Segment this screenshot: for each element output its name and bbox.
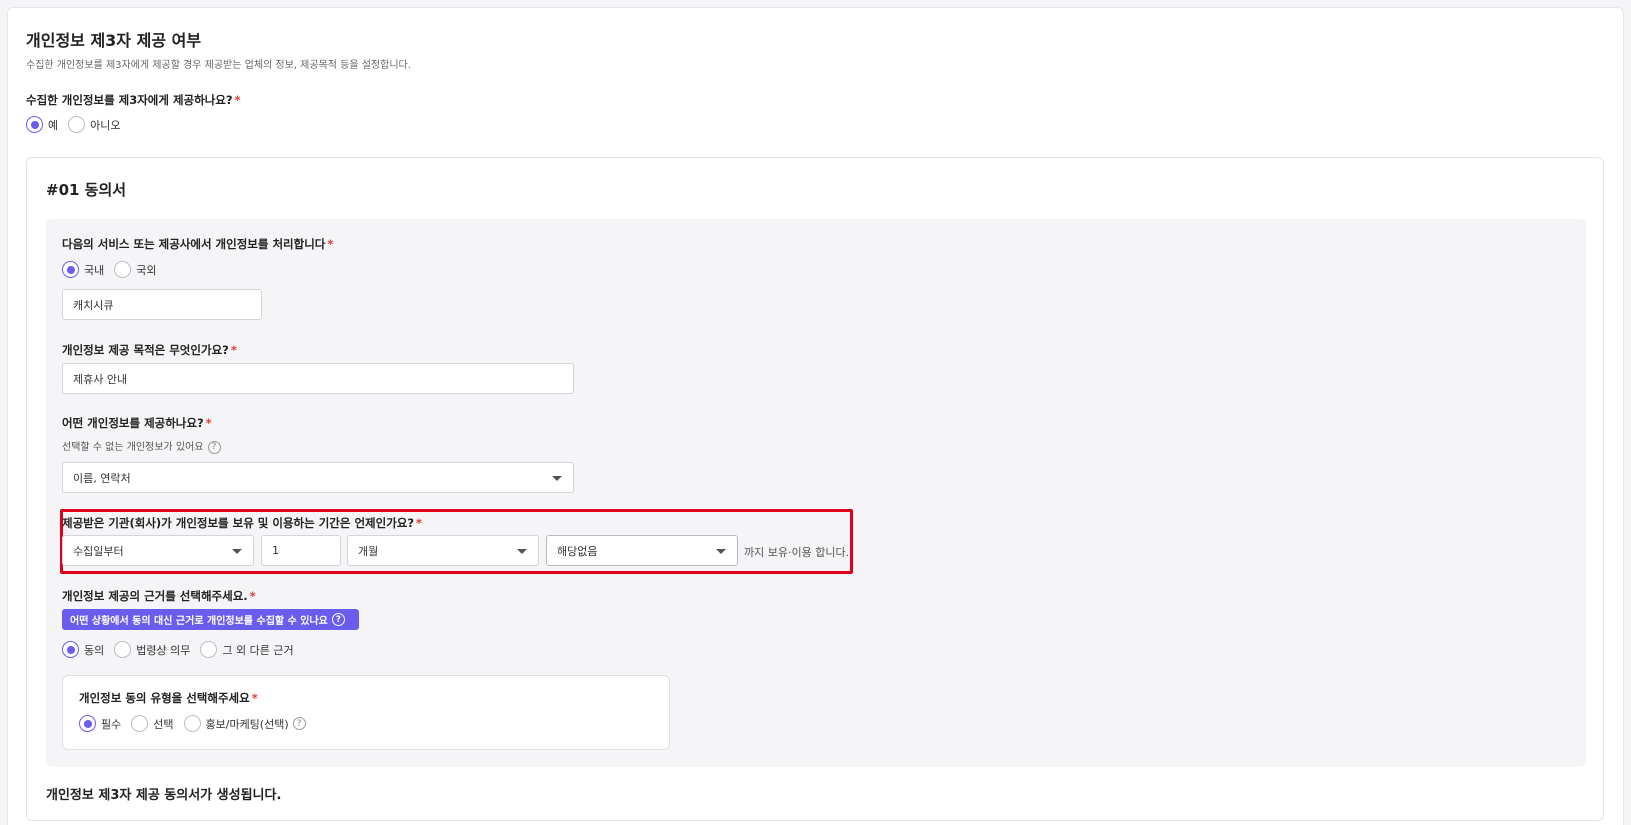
processor-overseas-radio[interactable]: 국외 xyxy=(114,261,157,278)
consent-optional-radio[interactable]: 선택 xyxy=(131,715,174,732)
section-title: 개인정보 제3자 제공 여부 xyxy=(26,31,202,50)
question-icon: ? xyxy=(331,613,345,626)
chevron-down-icon xyxy=(552,476,562,481)
section-description: 수집한 개인정보를 제3자에게 제공할 경우 제공받는 업체의 정보, 제공목적… xyxy=(26,60,411,71)
retention-suffix: 까지 보유·이용 합니다. xyxy=(744,546,850,559)
retention-unit-select[interactable]: 개월 xyxy=(347,535,539,566)
items-sub: 선택할 수 없는 개인정보가 있어요? xyxy=(62,438,221,454)
agreement-title: #01 동의서 xyxy=(46,181,127,199)
provide-yes-radio[interactable]: 예 xyxy=(26,116,58,133)
retention-start-select[interactable]: 수집일부터 xyxy=(62,535,254,566)
purpose-label: 개인정보 제공 목적은 무엇인가요? * xyxy=(62,343,237,357)
question-icon[interactable]: ? xyxy=(292,717,306,730)
question-icon[interactable]: ? xyxy=(207,440,221,454)
items-select[interactable]: 이름, 연락처 xyxy=(62,462,574,493)
processor-radio-group: 국내 국외 xyxy=(62,261,167,278)
retention-label: 제공받은 기관(회사)가 개인정보를 보유 및 이용하는 기간은 언제인가요? * xyxy=(62,516,423,530)
purpose-input[interactable]: 제휴사 안내 xyxy=(62,363,574,394)
processor-label: 다음의 서비스 또는 제공사에서 개인정보를 처리합니다 * xyxy=(62,237,334,251)
radio-circle[interactable] xyxy=(68,116,86,133)
consent-marketing-radio[interactable]: 홍보/마케팅(선택)? xyxy=(183,715,306,732)
radio-circle[interactable] xyxy=(26,116,43,133)
items-label: 어떤 개인정보를 제공하나요? * xyxy=(62,416,212,430)
basis-consent-radio[interactable]: 동의 xyxy=(62,641,104,658)
footer-text: 개인정보 제3자 제공 동의서가 생성됩니다. xyxy=(46,788,282,803)
basis-info-button[interactable]: 어떤 상황에서 동의 대신 근거로 개인정보를 수집할 수 있나요? xyxy=(62,609,359,630)
consent-required-radio[interactable]: 필수 xyxy=(79,715,121,732)
provide-no-radio[interactable]: 아니오 xyxy=(68,116,121,133)
chevron-down-icon xyxy=(517,549,527,554)
processor-name-input[interactable]: 캐치시큐 xyxy=(62,289,262,320)
consent-type-card xyxy=(62,675,670,750)
consent-type-label: 개인정보 동의 유형을 선택해주세요 * xyxy=(79,691,258,705)
retention-exception-select[interactable]: 해당없음 xyxy=(546,535,738,566)
chevron-down-icon xyxy=(232,549,242,554)
basis-other-radio[interactable]: 그 외 다른 근거 xyxy=(200,641,294,658)
required-mark: * xyxy=(234,93,241,107)
retention-amount-input[interactable]: 1 xyxy=(261,535,341,566)
processor-domestic-radio[interactable]: 국내 xyxy=(62,261,104,278)
provide-radio-group: 예 아니오 xyxy=(26,116,131,133)
consent-type-radio-group: 필수 선택 홍보/마케팅(선택)? xyxy=(79,715,316,732)
basis-radio-group: 동의 법령상 의무 그 외 다른 근거 xyxy=(62,641,304,658)
basis-label: 개인정보 제공의 근거를 선택해주세요. * xyxy=(62,589,256,603)
provide-question-label: 수집한 개인정보를 제3자에게 제공하나요? * xyxy=(26,93,241,107)
chevron-down-icon xyxy=(716,549,726,554)
basis-legal-radio[interactable]: 법령상 의무 xyxy=(114,641,190,658)
